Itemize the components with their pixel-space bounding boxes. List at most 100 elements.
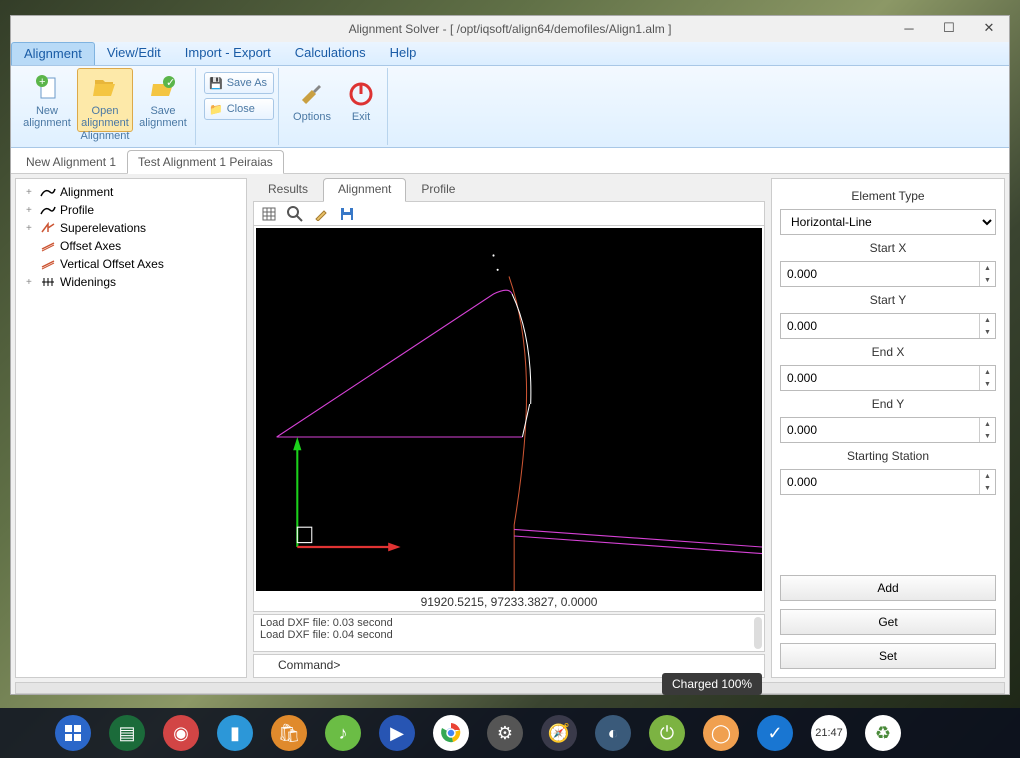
menu-import-export[interactable]: Import - Export xyxy=(173,42,283,65)
exit-button[interactable]: Exit xyxy=(339,68,383,132)
log-output: Load DXF file: 0.03 second Load DXF file… xyxy=(253,614,765,652)
menu-view-edit[interactable]: View/Edit xyxy=(95,42,173,65)
start-y-input[interactable]: 0.000▲▼ xyxy=(780,313,996,339)
starting-station-input[interactable]: 0.000▲▼ xyxy=(780,469,996,495)
folder-close-icon: 📁 xyxy=(209,103,223,116)
add-button[interactable]: Add xyxy=(780,575,996,601)
spin-down-icon[interactable]: ▼ xyxy=(980,274,995,286)
spin-down-icon[interactable]: ▼ xyxy=(980,326,995,338)
horizontal-scrollbar[interactable] xyxy=(15,682,1005,694)
tree-panel: +Alignment +Profile +Superelevations +Of… xyxy=(15,178,247,678)
spin-up-icon[interactable]: ▲ xyxy=(980,470,995,482)
save-as-button[interactable]: 💾Save As xyxy=(204,72,274,94)
end-x-input[interactable]: 0.000▲▼ xyxy=(780,365,996,391)
svg-text:✓: ✓ xyxy=(166,77,175,89)
profile-icon xyxy=(40,203,56,217)
store-icon[interactable]: 🛍 xyxy=(271,715,307,751)
tree-widenings[interactable]: +Widenings xyxy=(20,273,242,291)
power-taskbar-icon[interactable]: ⏻ xyxy=(649,715,685,751)
menu-alignment[interactable]: Alignment xyxy=(11,42,95,65)
compass-icon[interactable]: 🧭 xyxy=(541,715,577,751)
coordinate-readout: 91920.5215, 97233.3827, 0.0000 xyxy=(254,593,764,611)
spin-down-icon[interactable]: ▼ xyxy=(980,482,995,494)
music-icon[interactable]: ♪ xyxy=(325,715,361,751)
minimize-button[interactable]: ─ xyxy=(889,16,929,40)
blue-app-icon[interactable]: ▮ xyxy=(217,715,253,751)
starting-station-label: Starting Station xyxy=(780,447,996,465)
document-tabs: New Alignment 1 Test Alignment 1 Peiraia… xyxy=(11,148,1009,174)
spin-down-icon[interactable]: ▼ xyxy=(980,378,995,390)
maximize-button[interactable]: ☐ xyxy=(929,16,969,40)
settings-icon[interactable]: ⚙ xyxy=(487,715,523,751)
spin-up-icon[interactable]: ▲ xyxy=(980,418,995,430)
files-icon[interactable]: ▤ xyxy=(109,715,145,751)
close-file-button[interactable]: 📁Close xyxy=(204,98,274,120)
element-type-label: Element Type xyxy=(780,187,996,205)
pencil-tool-icon[interactable] xyxy=(312,205,330,223)
tab-alignment-view[interactable]: Alignment xyxy=(323,178,406,202)
svg-text:+: + xyxy=(39,76,45,88)
new-alignment-button[interactable]: + New alignment xyxy=(19,68,75,132)
save-folder-icon: ✓ xyxy=(148,73,178,103)
alignment-canvas[interactable] xyxy=(256,228,762,591)
tree-profile[interactable]: +Profile xyxy=(20,201,242,219)
menu-calculations[interactable]: Calculations xyxy=(283,42,378,65)
red-app-icon[interactable]: ◉ xyxy=(163,715,199,751)
log-scrollbar[interactable] xyxy=(754,617,762,649)
ribbon: + New alignment Open alignment ✓ Save al… xyxy=(11,66,1009,148)
window-title: Alignment Solver - [ /opt/iqsoft/align64… xyxy=(349,22,672,36)
get-button[interactable]: Get xyxy=(780,609,996,635)
taskbar: ▤ ◉ ▮ 🛍 ♪ ▶ ⚙ 🧭 ◐ ⏻ ◯ ✓ 21:47 ♻ xyxy=(0,708,1020,758)
end-y-input[interactable]: 0.000▲▼ xyxy=(780,417,996,443)
tree-alignment[interactable]: +Alignment xyxy=(20,183,242,201)
element-type-select[interactable]: Horizontal-Line xyxy=(780,209,996,235)
app-icon[interactable]: ◐ xyxy=(595,715,631,751)
spin-up-icon[interactable]: ▲ xyxy=(980,262,995,274)
close-button[interactable]: ✕ xyxy=(969,16,1009,40)
start-menu-icon[interactable] xyxy=(55,715,91,751)
log-line: Load DXF file: 0.03 second xyxy=(260,617,758,629)
save-tool-icon[interactable] xyxy=(338,205,356,223)
menu-help[interactable]: Help xyxy=(378,42,429,65)
clock-widget[interactable]: 21:47 xyxy=(811,715,847,751)
set-button[interactable]: Set xyxy=(780,643,996,669)
start-y-label: Start Y xyxy=(780,291,996,309)
ribbon-group-file: 💾Save As 📁Close xyxy=(200,68,279,145)
battery-tooltip: Charged 100% xyxy=(662,673,762,695)
grid-tool-icon[interactable] xyxy=(260,205,278,223)
zoom-tool-icon[interactable] xyxy=(286,205,304,223)
start-x-input[interactable]: 0.000▲▼ xyxy=(780,261,996,287)
trash-icon[interactable]: ♻ xyxy=(865,715,901,751)
tools-icon xyxy=(297,79,327,109)
start-x-label: Start X xyxy=(780,239,996,257)
video-icon[interactable]: ▶ xyxy=(379,715,415,751)
tree-offset-axes[interactable]: +Offset Axes xyxy=(20,237,242,255)
spin-up-icon[interactable]: ▲ xyxy=(980,366,995,378)
spin-up-icon[interactable]: ▲ xyxy=(980,314,995,326)
save-alignment-button[interactable]: ✓ Save alignment xyxy=(135,68,191,132)
tab-results[interactable]: Results xyxy=(253,178,323,201)
options-button[interactable]: Options xyxy=(287,68,337,132)
tab-new-alignment-1[interactable]: New Alignment 1 xyxy=(15,150,127,173)
chrome-icon[interactable] xyxy=(433,715,469,751)
widening-icon xyxy=(40,275,56,289)
ribbon-group-alignment: + New alignment Open alignment ✓ Save al… xyxy=(15,68,196,145)
screenshot-icon[interactable]: ✓ xyxy=(757,715,793,751)
end-y-label: End Y xyxy=(780,395,996,413)
app-window: Alignment Solver - [ /opt/iqsoft/align64… xyxy=(10,15,1010,695)
disk-icon: 💾 xyxy=(209,77,223,90)
viewport-tabs: Results Alignment Profile xyxy=(253,178,765,202)
power-icon xyxy=(346,79,376,109)
canvas-area: 91920.5215, 97233.3827, 0.0000 xyxy=(253,226,765,612)
tree-vertical-offset-axes[interactable]: +Vertical Offset Axes xyxy=(20,255,242,273)
tree-superelevations[interactable]: +Superelevations xyxy=(20,219,242,237)
circle-app-icon[interactable]: ◯ xyxy=(703,715,739,751)
center-panel: Results Alignment Profile xyxy=(253,178,765,678)
ribbon-group-label: Alignment xyxy=(19,130,191,142)
tab-profile-view[interactable]: Profile xyxy=(406,178,470,201)
tab-test-alignment-1[interactable]: Test Alignment 1 Peiraias xyxy=(127,150,284,174)
open-alignment-button[interactable]: Open alignment xyxy=(77,68,133,132)
spin-down-icon[interactable]: ▼ xyxy=(980,430,995,442)
new-document-icon: + xyxy=(32,73,62,103)
open-folder-icon xyxy=(90,73,120,103)
